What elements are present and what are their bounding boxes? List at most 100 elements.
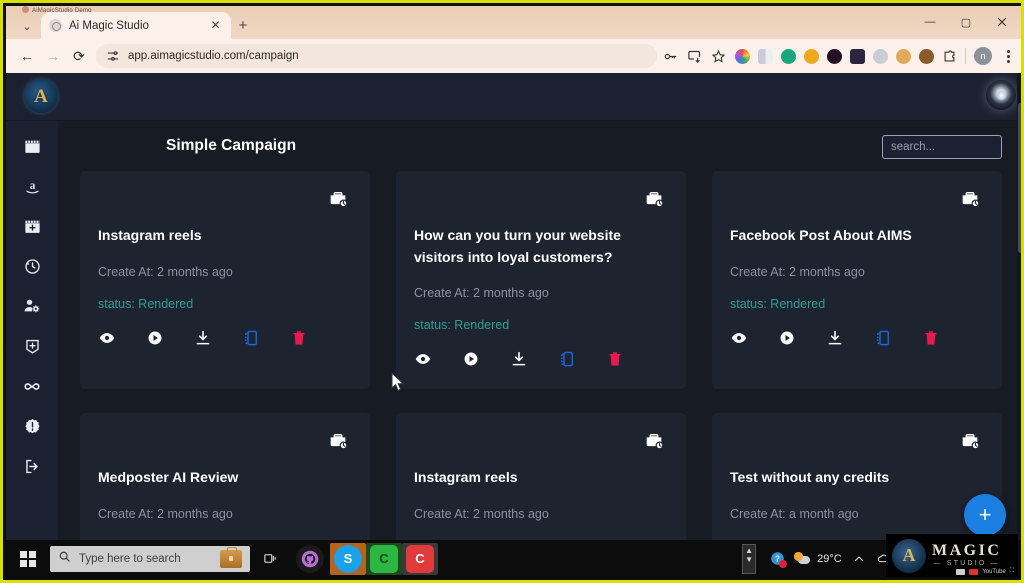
search-input[interactable] <box>882 135 1002 159</box>
campaign-card[interactable]: Instagram reels Create At: 2 months ago … <box>396 413 686 546</box>
page-scrollbar[interactable] <box>1017 73 1021 546</box>
browser-window: AiMagicStudio Demo ⌄ Ai Magic Studio ✕ +… <box>6 6 1021 546</box>
campaign-card[interactable]: How can you turn your website visitors i… <box>396 171 686 389</box>
briefcase-clock-icon <box>644 431 664 451</box>
tab-close-icon[interactable]: ✕ <box>208 18 223 33</box>
card-created-date: Create At: a month ago <box>730 507 859 521</box>
windows-logo-icon <box>20 550 36 567</box>
profile-avatar[interactable]: n <box>974 47 992 65</box>
reload-button[interactable]: ⟳ <box>66 43 92 69</box>
play-icon[interactable] <box>778 329 796 347</box>
browser-tab[interactable]: Ai Magic Studio ✕ <box>41 12 231 39</box>
extension-icon-6[interactable] <box>850 48 865 64</box>
download-icon[interactable] <box>194 329 212 347</box>
card-actions <box>730 329 984 347</box>
help-icon[interactable]: ? <box>769 551 788 568</box>
extension-icon-2[interactable] <box>758 48 773 64</box>
tab-favicon-icon <box>49 19 62 32</box>
browser-menu-icon[interactable] <box>1000 47 1016 65</box>
watermark-logo-letter: A <box>902 545 916 565</box>
delete-icon[interactable] <box>922 329 940 347</box>
start-button[interactable] <box>6 540 50 577</box>
extension-icon-5[interactable] <box>827 48 842 64</box>
mobile-duplicate-icon[interactable] <box>242 329 260 347</box>
card-status: status: Rendered <box>98 297 194 311</box>
extension-icon-8[interactable] <box>896 48 911 64</box>
forward-button[interactable]: → <box>40 43 66 69</box>
watermark-text: MAGIC — STUDIO — <box>932 542 1002 568</box>
tab-strip: ⌄ Ai Magic Studio ✕ + <box>6 12 1021 39</box>
mobile-duplicate-icon[interactable] <box>874 329 892 347</box>
briefcase-icon[interactable] <box>220 546 242 568</box>
extensions-row: n <box>729 47 1016 65</box>
back-button[interactable]: ← <box>14 43 40 69</box>
mobile-duplicate-icon[interactable] <box>558 350 576 368</box>
taskbar-app-whatsapp[interactable]: C <box>366 542 402 575</box>
browser-toolbar: ← → ⟳ app.aimagicstudio.com/campaign n <box>6 39 1021 73</box>
windows-taskbar: Type here to search S C C ▲ ▼ ? 29°C <box>6 540 1021 577</box>
password-key-icon[interactable] <box>663 49 677 63</box>
play-icon[interactable] <box>462 350 480 368</box>
extension-icon-7[interactable] <box>873 48 888 64</box>
minimize-button[interactable]: — <box>912 10 948 34</box>
extension-icon-1[interactable] <box>735 48 750 64</box>
delete-icon[interactable] <box>290 329 308 347</box>
sidebar-item-new-video[interactable] <box>17 213 47 239</box>
show-hidden-icons-icon[interactable] <box>851 551 867 567</box>
recording-watermark: A MAGIC — STUDIO — YouTube ⛶ <box>886 534 1018 577</box>
sidebar-item-amazon[interactable]: a <box>17 173 47 199</box>
delete-icon[interactable] <box>606 350 624 368</box>
preview-icon[interactable] <box>414 350 432 368</box>
play-icon[interactable] <box>146 329 164 347</box>
download-icon[interactable] <box>826 329 844 347</box>
sidebar-item-add-credits[interactable] <box>17 333 47 359</box>
scrollbar-thumb[interactable] <box>1018 103 1021 253</box>
url-text: app.aimagicstudio.com/campaign <box>128 50 299 62</box>
preview-icon[interactable] <box>98 329 116 347</box>
watermark-main-text: MAGIC <box>932 542 1002 560</box>
extension-icon-4[interactable] <box>804 48 819 64</box>
card-title: Facebook Post About AIMS <box>730 227 912 243</box>
install-app-icon[interactable] <box>687 49 701 63</box>
campaign-card[interactable]: Medposter AI Review Create At: 2 months … <box>80 413 370 546</box>
card-title: Instagram reels <box>414 469 518 485</box>
extension-icon-3[interactable] <box>781 48 796 64</box>
scroll-arrows-icon[interactable]: ▲ ▼ <box>742 543 757 574</box>
card-created-date: Create At: 2 months ago <box>98 265 233 279</box>
sidebar-item-history[interactable] <box>17 253 47 279</box>
svg-text:a: a <box>29 179 35 191</box>
close-window-button[interactable] <box>984 10 1020 34</box>
address-bar[interactable]: app.aimagicstudio.com/campaign <box>96 44 657 68</box>
briefcase-clock-icon <box>960 189 980 209</box>
taskbar-app-github[interactable] <box>290 540 330 577</box>
sidebar-item-clapperboard[interactable] <box>17 133 47 159</box>
card-title: Test without any credits <box>730 469 890 485</box>
sidebar-item-account-settings[interactable] <box>17 293 47 319</box>
site-settings-icon[interactable] <box>106 49 120 63</box>
app-logo[interactable]: A <box>24 79 58 113</box>
maximize-button[interactable]: ▢ <box>948 10 984 34</box>
campaign-card[interactable]: Test without any credits Create At: a mo… <box>712 413 1002 546</box>
task-view-button[interactable] <box>250 540 290 577</box>
sidebar-item-logout[interactable] <box>17 453 47 479</box>
new-tab-button[interactable]: + <box>234 17 252 35</box>
header-orb-icon[interactable] <box>986 80 1016 110</box>
card-title: Instagram reels <box>98 227 202 243</box>
download-icon[interactable] <box>510 350 528 368</box>
tab-list-chevron-icon[interactable]: ⌄ <box>20 20 34 34</box>
preview-icon[interactable] <box>730 329 748 347</box>
campaign-card[interactable]: Facebook Post About AIMS Create At: 2 mo… <box>712 171 1002 389</box>
sidebar-item-unlimited[interactable] <box>17 373 47 399</box>
tab-title: Ai Magic Studio <box>69 19 149 32</box>
sidebar-item-alerts[interactable] <box>17 413 47 439</box>
add-campaign-fab[interactable]: + <box>964 494 1006 536</box>
extension-icon-9[interactable] <box>919 48 934 64</box>
weather-widget[interactable]: 29°C <box>794 551 842 566</box>
watermark-logo-icon: A <box>892 538 926 573</box>
bookmark-star-icon[interactable] <box>711 49 726 63</box>
taskbar-app-skype[interactable]: S <box>330 542 366 575</box>
campaign-card[interactable]: Instagram reels Create At: 2 months ago … <box>80 171 370 389</box>
taskbar-app-camtasia[interactable]: C <box>402 542 438 575</box>
taskbar-search[interactable]: Type here to search <box>50 545 250 572</box>
extensions-puzzle-icon[interactable] <box>942 49 957 64</box>
